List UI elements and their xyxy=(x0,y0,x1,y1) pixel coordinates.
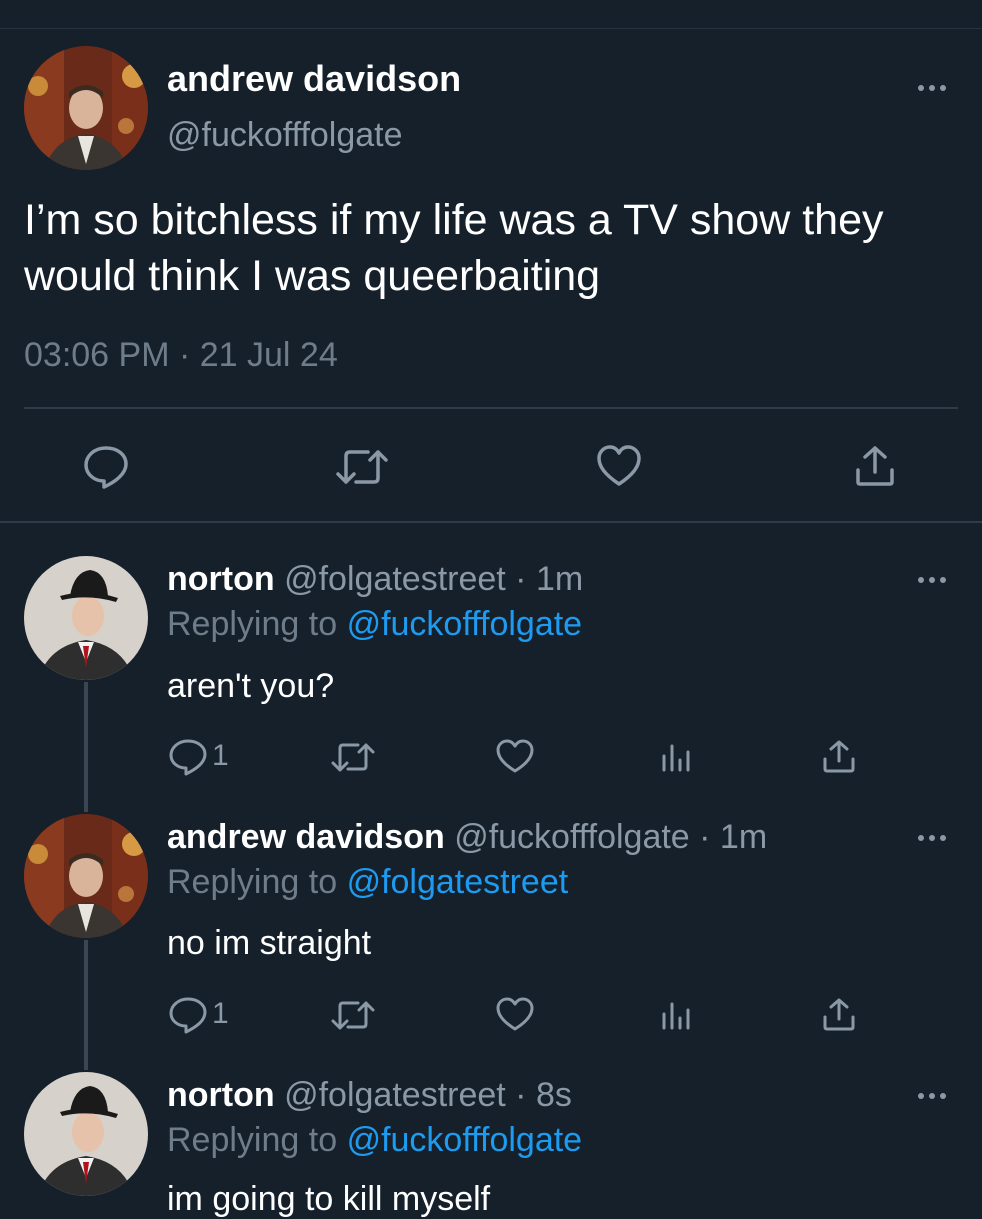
replying-to-line: Replying to @fuckofffolgate xyxy=(167,605,582,644)
more-dots-icon[interactable] xyxy=(912,1086,952,1106)
more-dots-icon[interactable] xyxy=(912,828,952,848)
thread-line xyxy=(84,940,88,1070)
reply-count: 1 xyxy=(212,739,229,772)
reply-handle-time[interactable]: @fuckofffolgate · 1m xyxy=(454,818,767,856)
reply-icon[interactable] xyxy=(168,996,208,1034)
mention-link[interactable]: @folgatestreet xyxy=(347,863,569,901)
reply-count: 1 xyxy=(212,997,229,1030)
divider xyxy=(24,407,958,409)
top-divider xyxy=(0,28,982,29)
retweet-icon[interactable] xyxy=(330,740,376,774)
reply-text: aren't you? xyxy=(167,667,335,705)
thread-line xyxy=(84,682,88,812)
reply-header: norton @folgatestreet · 1m xyxy=(167,560,583,599)
mention-link[interactable]: @fuckofffolgate xyxy=(347,1121,583,1159)
avatar[interactable] xyxy=(24,1072,148,1196)
like-icon[interactable] xyxy=(496,738,534,774)
reply-author-name[interactable]: andrew davidson xyxy=(167,818,445,856)
share-icon[interactable] xyxy=(822,996,856,1032)
avatar[interactable] xyxy=(24,814,148,938)
more-dots-icon[interactable] xyxy=(912,570,952,590)
replying-to-label: Replying to xyxy=(167,605,338,643)
avatar[interactable] xyxy=(24,46,148,170)
reply-icon[interactable] xyxy=(168,738,208,776)
share-icon[interactable] xyxy=(822,738,856,774)
analytics-icon[interactable] xyxy=(660,740,694,774)
like-icon[interactable] xyxy=(596,444,642,488)
more-dots-icon[interactable] xyxy=(912,78,952,98)
author-handle[interactable]: @fuckofffolgate xyxy=(167,116,403,155)
reply-header: andrew davidson @fuckofffolgate · 1m xyxy=(167,818,767,857)
like-icon[interactable] xyxy=(496,996,534,1032)
tweet-timestamp[interactable]: 03:06 PM · 21 Jul 24 xyxy=(24,336,338,375)
reply-handle-time[interactable]: @folgatestreet · 8s xyxy=(284,1076,572,1114)
mention-link[interactable]: @fuckofffolgate xyxy=(347,605,583,643)
reply-header: norton @folgatestreet · 8s xyxy=(167,1076,572,1115)
author-name[interactable]: andrew davidson xyxy=(167,58,461,100)
reply-author-name[interactable]: norton xyxy=(167,1076,275,1114)
replying-to-label: Replying to xyxy=(167,1121,338,1159)
reply-icon[interactable] xyxy=(82,444,130,490)
replying-to-label: Replying to xyxy=(167,863,338,901)
tweet-text: I’m so bitchless if my life was a TV sho… xyxy=(24,196,884,300)
analytics-icon[interactable] xyxy=(660,998,694,1032)
replying-to-line: Replying to @folgatestreet xyxy=(167,863,568,902)
share-icon[interactable] xyxy=(854,444,896,488)
divider xyxy=(0,521,982,523)
reply-handle-time[interactable]: @folgatestreet · 1m xyxy=(284,560,583,598)
reply-author-name[interactable]: norton xyxy=(167,560,275,598)
reply-text: no im straight xyxy=(167,924,372,962)
replying-to-line: Replying to @fuckofffolgate xyxy=(167,1121,582,1160)
retweet-icon[interactable] xyxy=(334,446,390,488)
avatar[interactable] xyxy=(24,556,148,680)
retweet-icon[interactable] xyxy=(330,998,376,1032)
